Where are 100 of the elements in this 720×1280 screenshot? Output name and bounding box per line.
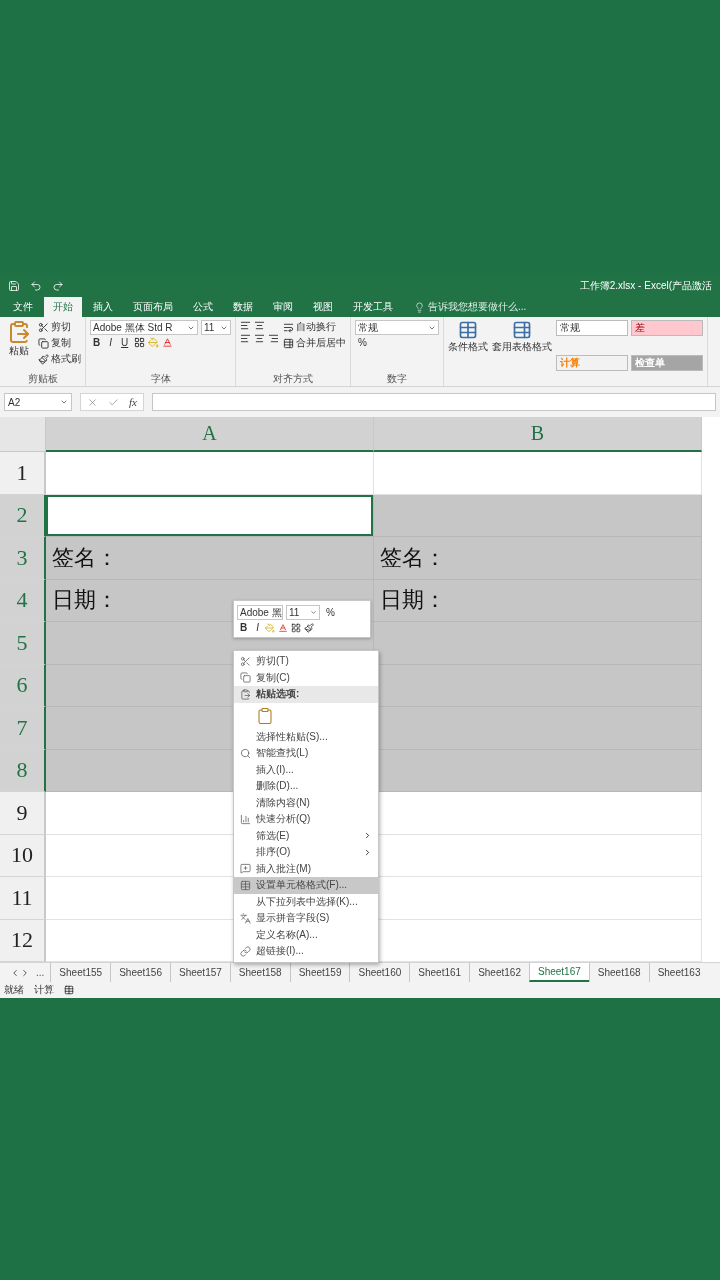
menu-item[interactable]: 超链接(I)... (234, 943, 378, 960)
format-painter-button[interactable]: 格式刷 (38, 352, 81, 366)
table-icon (239, 879, 251, 891)
menu-item[interactable]: 复制(C) (234, 669, 378, 686)
percent-button[interactable]: % (323, 607, 338, 618)
row-header[interactable]: 1 (0, 452, 46, 495)
cell-style[interactable]: 常规 (556, 320, 628, 336)
paste-button[interactable]: 粘贴 (4, 320, 34, 372)
more-sheets-button[interactable]: ... (36, 967, 45, 978)
group-label: 剪贴板 (26, 372, 59, 386)
column-header[interactable]: A (46, 417, 374, 452)
paste-option-icon[interactable] (256, 706, 274, 725)
menu-item[interactable]: 插入(I)... (234, 761, 378, 778)
wrap-text-button[interactable]: 自动换行 (283, 320, 346, 334)
redo-icon[interactable] (52, 280, 64, 292)
font-name-field[interactable]: Adobe 黑 (237, 605, 283, 620)
column-header[interactable]: B (374, 417, 702, 452)
underline-button[interactable]: U (118, 337, 132, 348)
number-format-field[interactable]: 常规 (355, 320, 439, 335)
cell-text: 日期： (380, 586, 446, 615)
row-header[interactable]: 9 (0, 792, 46, 835)
ribbon-tab[interactable]: 开始 (44, 297, 82, 317)
cell-text: 签名： (380, 543, 446, 572)
name-box[interactable]: A2 (4, 393, 72, 411)
save-icon[interactable] (8, 280, 20, 292)
percent-button[interactable]: % (355, 337, 370, 348)
row-header[interactable]: 10 (0, 834, 46, 877)
group-label: 对齐方式 (272, 372, 314, 386)
copy-button[interactable]: 复制 (38, 336, 81, 350)
merge-center-button[interactable]: 合并后居中 (283, 336, 346, 350)
row-header[interactable]: 8 (0, 749, 46, 792)
align-right-icon[interactable] (268, 333, 279, 344)
row-header[interactable]: 7 (0, 707, 46, 750)
menu-item[interactable]: 快速分析(Q) (234, 811, 378, 828)
align-middle-icon[interactable] (254, 320, 265, 331)
tell-me-field[interactable]: 告诉我您想要做什么... (428, 300, 527, 314)
ribbon-tab[interactable]: 插入 (84, 297, 122, 317)
menu-item[interactable]: 粘贴选项: (234, 686, 378, 703)
row-header[interactable]: 4 (0, 579, 46, 622)
font-size-field[interactable]: 11 (201, 320, 231, 335)
fill-color-icon[interactable] (148, 337, 160, 348)
italic-button[interactable]: I (253, 622, 262, 633)
font-size-field[interactable]: 11 (286, 605, 320, 620)
ribbon-tab[interactable]: 公式 (184, 297, 222, 317)
ribbon-tab[interactable]: 数据 (224, 297, 262, 317)
menu-item[interactable]: 剪切(T) (234, 653, 378, 670)
scroll-left-icon[interactable] (10, 967, 20, 978)
row-header[interactable]: 2 (0, 494, 46, 537)
menu-item[interactable]: 排序(O) (234, 844, 378, 861)
formula-field[interactable] (151, 393, 716, 411)
cell-text: 签名： (52, 543, 118, 572)
row-header[interactable]: 3 (0, 537, 46, 580)
ribbon-tab[interactable]: 文件 (4, 297, 42, 317)
conditional-format-button[interactable]: 条件格式 (448, 320, 488, 386)
bold-button[interactable]: B (90, 337, 104, 348)
row-header[interactable]: 5 (0, 622, 46, 665)
wrap-text-icon (283, 321, 294, 333)
cell-style[interactable]: 差 (631, 320, 703, 336)
ribbon-tab[interactable]: 页面布局 (124, 297, 182, 317)
lightbulb-icon[interactable] (414, 301, 425, 313)
font-name-field[interactable]: Adobe 黑体 Std R (90, 320, 198, 335)
borders-icon[interactable] (134, 337, 146, 348)
cell-text: 日期： (52, 586, 118, 615)
align-top-icon[interactable] (240, 320, 251, 331)
bold-button[interactable]: B (237, 622, 251, 633)
row-header[interactable]: 12 (0, 919, 46, 962)
undo-icon[interactable] (30, 280, 42, 292)
cut-button[interactable]: 剪切 (38, 320, 81, 334)
insert-function-button[interactable]: fx (129, 396, 137, 408)
menu-item[interactable]: 显示拼音字段(S) (234, 910, 378, 927)
table-format-button[interactable]: 套用表格格式 (492, 320, 552, 386)
align-left-icon[interactable] (240, 333, 251, 344)
cancel-icon[interactable] (87, 396, 98, 408)
menu-item[interactable]: 从下拉列表中选择(K)... (234, 893, 378, 910)
menu-item[interactable]: 筛选(E) (234, 827, 378, 844)
copy-icon (38, 337, 49, 349)
italic-button[interactable]: I (106, 337, 115, 348)
fill-color-icon[interactable] (265, 622, 275, 633)
menu-item[interactable]: 设置单元格格式(F)... (234, 877, 378, 894)
menu-item[interactable]: 选择性粘贴(S)... (234, 728, 378, 745)
ribbon-tab[interactable]: 视图 (304, 297, 342, 317)
menu-item[interactable]: 智能查找(L) (234, 745, 378, 762)
scroll-right-icon[interactable] (20, 967, 30, 978)
align-center-icon[interactable] (254, 333, 265, 344)
menu-item[interactable]: 定义名称(A)... (234, 926, 378, 943)
row-header[interactable]: 6 (0, 664, 46, 707)
pinyin-icon (239, 912, 251, 924)
menu-item[interactable]: 插入批注(M) (234, 860, 378, 877)
sheet-tab[interactable]: Sheet167 (528, 963, 589, 982)
row-header[interactable]: 11 (0, 877, 46, 920)
ribbon-tab[interactable]: 审阅 (264, 297, 302, 317)
font-color-icon[interactable] (162, 337, 174, 348)
font-color-icon[interactable] (278, 622, 288, 633)
search-icon (239, 747, 251, 759)
ribbon-tab[interactable]: 开发工具 (344, 297, 402, 317)
borders-icon[interactable] (291, 622, 301, 633)
scissors-icon (239, 655, 251, 667)
menu-item[interactable]: 清除内容(N) (234, 794, 378, 811)
format-painter-icon[interactable] (304, 622, 314, 633)
menu-item[interactable]: 删除(D)... (234, 778, 378, 795)
